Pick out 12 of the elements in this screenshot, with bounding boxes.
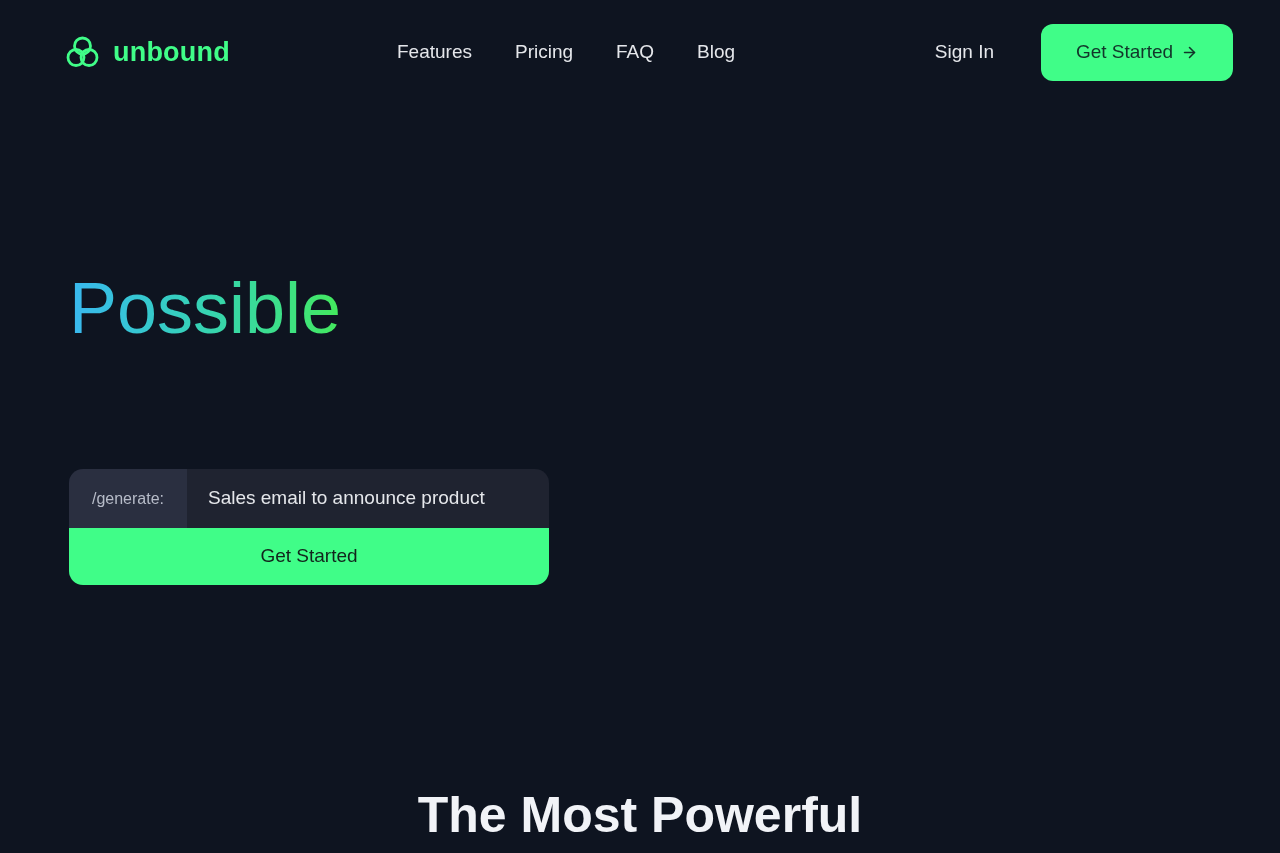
nav-link[interactable]: Pricing <box>515 37 574 67</box>
section-heading: The Most Powerful <box>417 790 863 840</box>
get-started-button[interactable]: Get Started <box>1041 23 1233 81</box>
brand-name: unbound <box>113 35 230 69</box>
logo-icon <box>66 35 99 69</box>
prompt-prefix: /generate: <box>69 469 187 528</box>
sign-in-link[interactable]: Sign In <box>934 37 994 67</box>
nav-link[interactable]: FAQ <box>616 37 655 67</box>
prompt-input[interactable]: Sales email to announce product <box>187 469 549 528</box>
get-started-button[interactable]: Get Started <box>69 528 549 585</box>
nav-link[interactable]: Blog <box>697 37 736 67</box>
nav-link[interactable]: Features <box>397 37 472 67</box>
